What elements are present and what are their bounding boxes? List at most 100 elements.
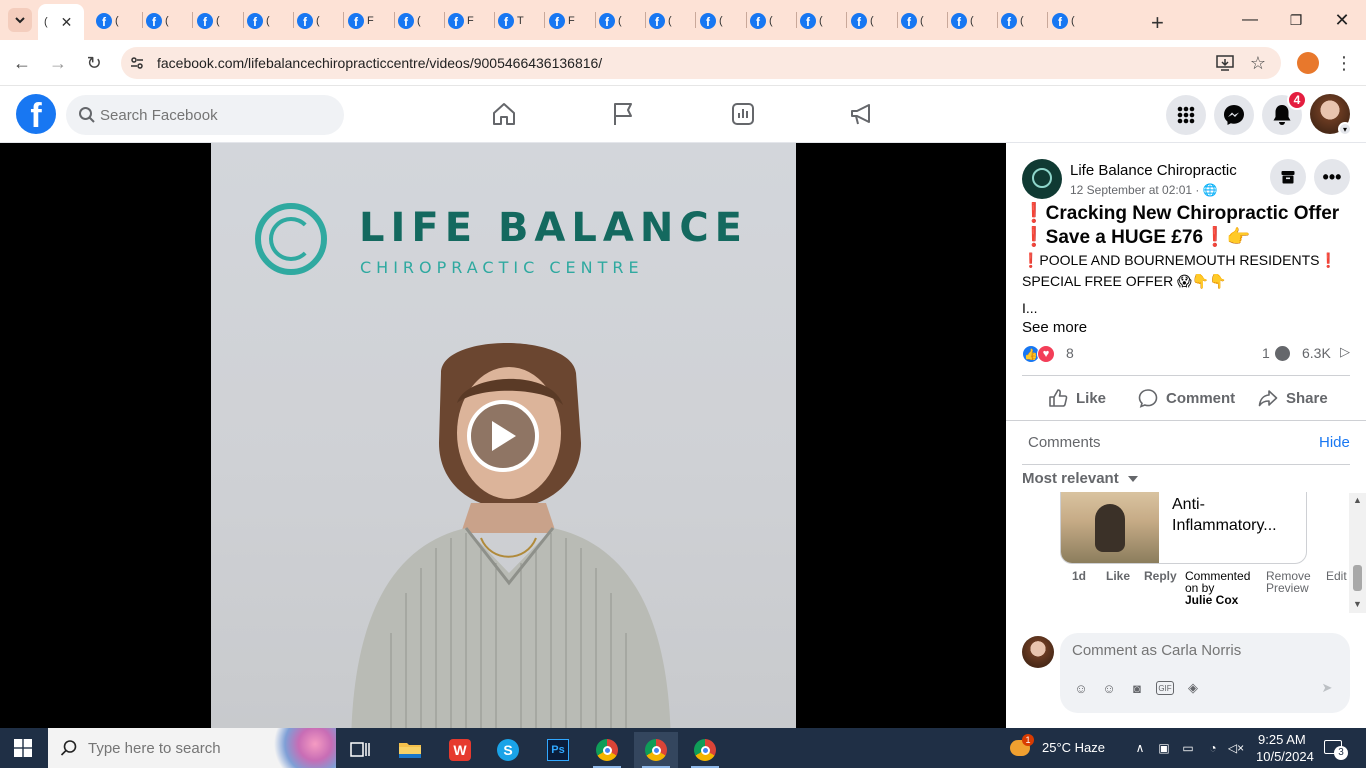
file-explorer-button[interactable] <box>388 732 432 768</box>
comment-reply-link[interactable]: Reply <box>1144 570 1177 582</box>
save-post-button[interactable] <box>1270 159 1306 195</box>
chevron-up-icon[interactable]: ∧ <box>1132 740 1148 756</box>
facebook-search[interactable] <box>66 95 344 135</box>
clock-date[interactable]: 10/5/2024 <box>1256 749 1314 764</box>
tab-active[interactable]: ( ✕ <box>38 4 84 40</box>
battery-icon[interactable]: ▭ <box>1180 740 1196 756</box>
emoji-icon[interactable]: ☺ <box>1100 679 1118 697</box>
commenter-name[interactable]: Julie Cox <box>1185 593 1238 607</box>
volume-muted-icon[interactable]: ◁× <box>1228 740 1244 756</box>
browser-tab[interactable]: fF <box>448 6 474 36</box>
chrome-button-2[interactable] <box>634 732 678 768</box>
link-preview-card[interactable]: Anti- Inflammatory... <box>1060 492 1307 564</box>
browser-tab[interactable]: f( <box>398 6 421 36</box>
camera-icon[interactable]: ◙ <box>1128 679 1146 697</box>
minimize-button[interactable]: — <box>1230 6 1270 34</box>
wps-office-button[interactable]: W <box>438 732 482 768</box>
restore-button[interactable]: ❐ <box>1276 6 1316 34</box>
new-tab-button[interactable]: + <box>1151 8 1164 38</box>
home-nav-icon[interactable] <box>490 100 518 128</box>
like-button[interactable]: Like <box>1048 387 1106 409</box>
photoshop-button[interactable]: Ps <box>536 732 580 768</box>
edit-comment-link[interactable]: Edit <box>1326 570 1347 582</box>
browser-tab[interactable]: f( <box>951 6 974 36</box>
love-reaction-icon[interactable]: ♥ <box>1037 345 1055 363</box>
send-icon[interactable]: ➤ <box>1318 679 1336 697</box>
browser-tab[interactable]: f( <box>800 6 823 36</box>
comment-like-link[interactable]: Like <box>1106 570 1130 582</box>
chrome-button-1[interactable] <box>585 732 629 768</box>
view-count[interactable]: 6.3K <box>1302 345 1331 361</box>
browser-tab[interactable]: f( <box>197 6 220 36</box>
browser-tab[interactable]: f( <box>1001 6 1024 36</box>
taskbar-search[interactable] <box>48 728 336 768</box>
profile-avatar[interactable] <box>1297 52 1319 74</box>
url-text[interactable]: facebook.com/lifebalancechiropracticcent… <box>157 55 602 71</box>
hide-comments-link[interactable]: Hide <box>1319 434 1350 451</box>
browser-tab[interactable]: fF <box>549 6 575 36</box>
browser-menu-icon[interactable]: ⋮ <box>1335 52 1353 74</box>
comment-count[interactable]: 1 <box>1262 345 1270 361</box>
sticker-icon[interactable]: ◈ <box>1184 679 1202 697</box>
weather-text[interactable]: 25°C Haze <box>1042 740 1105 755</box>
comment-button[interactable]: Comment <box>1138 387 1235 409</box>
reaction-count[interactable]: 8 <box>1066 345 1074 361</box>
browser-tab[interactable]: f( <box>750 6 773 36</box>
browser-tab[interactable]: f( <box>297 6 320 36</box>
search-input[interactable] <box>100 106 320 124</box>
skype-button[interactable]: S <box>486 732 530 768</box>
wifi-icon[interactable]: ◔ <box>1205 740 1221 756</box>
my-avatar[interactable] <box>1022 636 1054 668</box>
see-more-link[interactable]: See more <box>1022 319 1087 336</box>
scroll-up-icon[interactable]: ▲ <box>1353 495 1362 505</box>
taskbar-search-input[interactable] <box>88 739 268 757</box>
windows-start-button[interactable] <box>14 739 32 762</box>
remove-preview-link[interactable]: Remove Preview <box>1266 570 1311 594</box>
browser-tab[interactable]: f( <box>901 6 924 36</box>
megaphone-icon[interactable] <box>848 100 876 128</box>
comment-sort-dropdown[interactable]: Most relevant <box>1022 470 1139 487</box>
scroll-thumb[interactable] <box>1353 565 1362 591</box>
comment-input[interactable] <box>1072 642 1332 659</box>
more-options-button[interactable]: ••• <box>1314 159 1350 195</box>
comment-scrollbar[interactable]: ▲ ▼ <box>1349 493 1366 613</box>
avatar-sticker-icon[interactable]: ☺ <box>1072 679 1090 697</box>
facebook-logo[interactable]: f <box>16 94 56 134</box>
browser-tab[interactable]: f( <box>146 6 169 36</box>
close-icon[interactable]: ✕ <box>61 14 73 31</box>
clock-time[interactable]: 9:25 AM <box>1258 732 1306 747</box>
chrome-button-3[interactable] <box>683 732 727 768</box>
browser-tab[interactable]: f( <box>1052 6 1075 36</box>
address-bar[interactable]: facebook.com/lifebalancechiropracticcent… <box>121 47 1281 79</box>
page-avatar[interactable] <box>1022 159 1062 199</box>
install-app-icon[interactable] <box>1215 53 1235 73</box>
close-window-button[interactable]: ✕ <box>1322 6 1362 34</box>
browser-tab[interactable]: f( <box>649 6 672 36</box>
tab-search-button[interactable] <box>8 8 32 32</box>
browser-tab[interactable]: fF <box>348 6 374 36</box>
share-button[interactable]: Share <box>1258 387 1328 409</box>
ads-manager-icon[interactable] <box>729 100 757 128</box>
menu-grid-button[interactable] <box>1166 95 1206 135</box>
play-button[interactable] <box>467 400 539 472</box>
reload-button[interactable]: ↻ <box>80 49 108 77</box>
scroll-down-icon[interactable]: ▼ <box>1353 599 1362 609</box>
gif-icon[interactable]: GIF <box>1156 681 1174 695</box>
back-button[interactable]: ← <box>8 49 36 77</box>
page-name[interactable]: Life Balance Chiropractic <box>1070 162 1237 179</box>
browser-tab[interactable]: f( <box>247 6 270 36</box>
meet-now-icon[interactable]: ▣ <box>1156 740 1172 756</box>
browser-tab[interactable]: f( <box>599 6 622 36</box>
browser-tab[interactable]: f( <box>96 6 119 36</box>
browser-tab[interactable]: f( <box>700 6 723 36</box>
browser-tab[interactable]: f( <box>851 6 874 36</box>
forward-button[interactable]: → <box>44 49 72 77</box>
post-timestamp[interactable]: 12 September at 02:01 · 🌐 <box>1070 183 1218 197</box>
pages-flag-icon[interactable] <box>609 100 637 128</box>
browser-tab[interactable]: fT <box>498 6 524 36</box>
site-settings-icon[interactable] <box>127 53 147 73</box>
task-view-button[interactable] <box>338 732 382 768</box>
messenger-button[interactable] <box>1214 95 1254 135</box>
comment-composer[interactable]: ☺ ☺ ◙ GIF ◈ ➤ <box>1060 633 1350 713</box>
bookmark-star-icon[interactable]: ☆ <box>1248 53 1268 73</box>
